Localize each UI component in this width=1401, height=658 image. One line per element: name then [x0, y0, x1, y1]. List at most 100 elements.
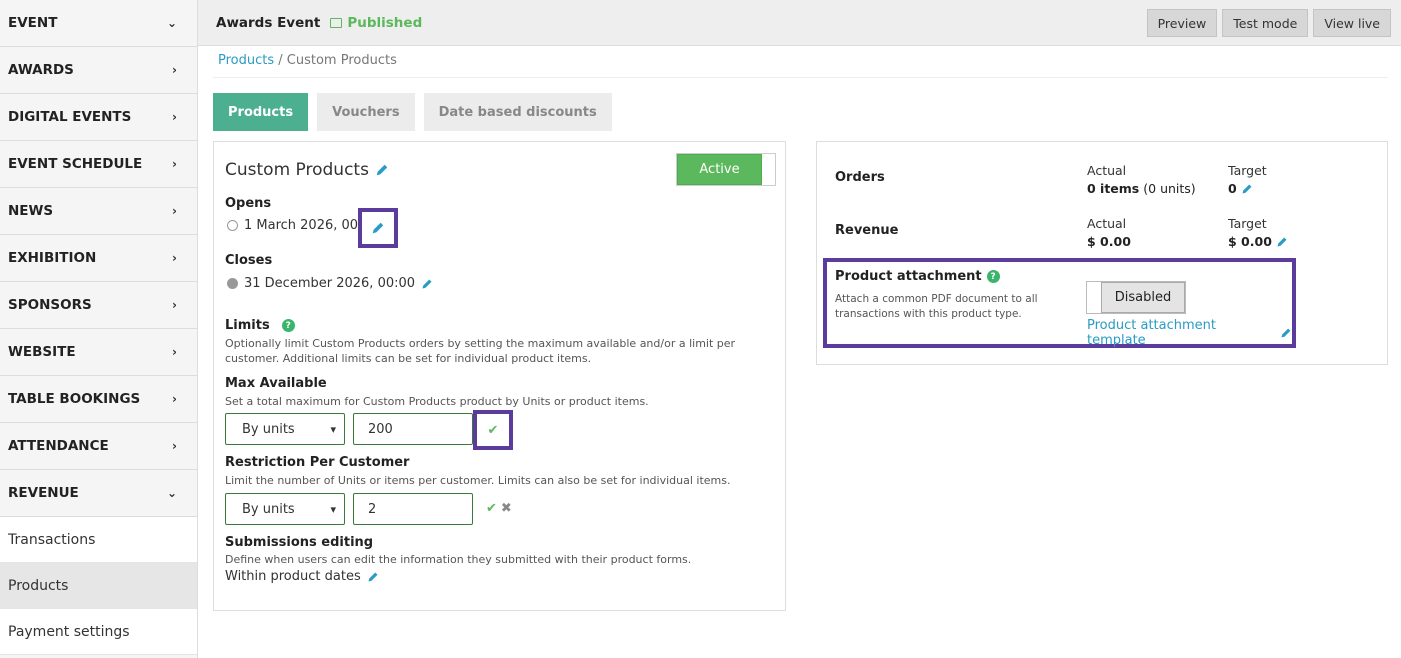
pencil-icon[interactable]	[371, 221, 385, 235]
chevron-down-icon: ⌄	[166, 486, 177, 500]
restriction-select[interactable]: By units ▾	[225, 493, 345, 525]
status-text: Published	[347, 14, 423, 31]
max-available-input[interactable]: 200	[353, 413, 473, 445]
sidebar-item-label: WEBSITE	[8, 344, 76, 360]
pencil-icon[interactable]	[1241, 183, 1253, 195]
pencil-icon[interactable]	[375, 163, 389, 177]
orders-units: (0 units)	[1143, 181, 1196, 196]
tab-vouchers[interactable]: Vouchers	[317, 93, 415, 131]
sidebar-item-digital-events[interactable]: DIGITAL EVENTS ›	[0, 94, 197, 141]
sidebar-item-revenue[interactable]: REVENUE ⌄	[0, 470, 197, 517]
submissions-value-text: Within product dates	[225, 569, 361, 584]
restriction-input[interactable]: 2	[353, 493, 473, 525]
closes-date: 31 December 2026, 00:00	[244, 276, 416, 291]
limits-help: Optionally limit Custom Products orders …	[225, 337, 736, 365]
sidebar-item-label: EXHIBITION	[8, 250, 97, 266]
check-icon[interactable]: ✔	[486, 501, 497, 516]
orders-target-value: 0	[1228, 181, 1253, 196]
divider	[213, 77, 1388, 78]
chevron-right-icon: ›	[172, 439, 177, 453]
test-mode-button[interactable]: Test mode	[1222, 9, 1309, 37]
close-icon[interactable]: ✖	[501, 501, 512, 516]
sidebar-item-label: ATTENDANCE	[8, 438, 109, 454]
check-icon[interactable]: ✔	[488, 423, 499, 438]
sidebar-subitem-transactions[interactable]: Transactions	[0, 517, 197, 563]
opens-edit-highlight	[358, 208, 398, 248]
panel-title-text: Custom Products	[225, 160, 369, 180]
closes-value: 31 December 2026, 00:00	[227, 276, 433, 291]
opens-value: 1 March 2026, 00:00	[227, 218, 379, 233]
sidebar-item-label: SPONSORS	[8, 297, 92, 313]
panel-title: Custom Products	[225, 160, 389, 180]
product-attachment-highlight: Product attachment ? Attach a common PDF…	[823, 258, 1296, 348]
summary-panel: Orders Actual 0 items (0 units) Target 0…	[816, 141, 1388, 365]
event-title: Awards Event	[216, 14, 321, 31]
sidebar-subitem-payment-settings[interactable]: Payment settings	[0, 609, 197, 655]
sidebar-item-event[interactable]: EVENT ⌄	[0, 0, 197, 47]
restriction-label: Restriction Per Customer	[225, 455, 410, 470]
sidebar-item-attendance[interactable]: ATTENDANCE ›	[0, 423, 197, 470]
tab-products[interactable]: Products	[213, 93, 309, 131]
active-toggle[interactable]: Active	[676, 153, 776, 186]
sidebar: EVENT ⌄ AWARDS › DIGITAL EVENTS › EVENT SCH…	[0, 0, 198, 658]
closes-label: Closes	[225, 253, 273, 268]
submissions-help: Define when users can edit the informati…	[225, 553, 692, 566]
revenue-label: Revenue	[835, 223, 899, 238]
breadcrumb: Products / Custom Products	[218, 53, 397, 68]
pencil-icon[interactable]	[367, 571, 379, 583]
max-available-select[interactable]: By units ▾	[225, 413, 345, 445]
chevron-right-icon: ›	[172, 63, 177, 77]
attachment-template-link[interactable]: Product attachment template	[1087, 318, 1292, 348]
revenue-target-number: $ 0.00	[1228, 234, 1272, 249]
help-icon[interactable]: ?	[986, 270, 1000, 283]
sidebar-item-news[interactable]: NEWS ›	[0, 188, 197, 235]
sidebar-item-awards[interactable]: AWARDS ›	[0, 47, 197, 94]
sidebar-item-label: EVENT SCHEDULE	[8, 156, 143, 172]
breadcrumb-separator: /	[274, 53, 287, 68]
chevron-down-icon: ▾	[330, 502, 336, 516]
chevron-right-icon: ›	[172, 345, 177, 359]
sidebar-item-exhibition[interactable]: EXHIBITION ›	[0, 235, 197, 282]
limits-label: Limits ?	[225, 318, 295, 333]
sidebar-subitem-products[interactable]: Products	[0, 563, 197, 609]
sidebar-item-label: TABLE BOOKINGS	[8, 391, 141, 407]
pencil-icon[interactable]	[421, 278, 433, 290]
attachment-label: Product attachment ?	[835, 269, 1000, 284]
opens-label: Opens	[225, 196, 272, 211]
restriction-help: Limit the number of Units or items per c…	[225, 474, 731, 487]
select-value: By units	[242, 501, 295, 517]
chevron-down-icon: ▾	[330, 422, 336, 436]
pencil-icon[interactable]	[1276, 236, 1288, 248]
orders-actual-label: Actual	[1087, 163, 1127, 178]
select-value: By units	[242, 421, 295, 437]
orders-actual-value: 0 items (0 units)	[1087, 181, 1196, 196]
breadcrumb-link-products[interactable]: Products	[218, 53, 274, 68]
orders-target-number: 0	[1228, 181, 1237, 196]
sidebar-item-sponsors[interactable]: SPONSORS ›	[0, 282, 197, 329]
chevron-down-icon: ⌄	[166, 16, 177, 30]
sidebar-item-table-bookings[interactable]: TABLE BOOKINGS ›	[0, 376, 197, 423]
help-icon[interactable]: ?	[281, 319, 295, 332]
radio-filled-icon	[227, 278, 238, 289]
sidebar-item-label: AWARDS	[8, 62, 74, 78]
monitor-icon	[330, 17, 343, 28]
chevron-right-icon: ›	[172, 298, 177, 312]
revenue-actual-value: $ 0.00	[1087, 234, 1131, 249]
revenue-target-label: Target	[1228, 216, 1267, 231]
attachment-toggle[interactable]: Disabled	[1086, 281, 1186, 314]
sidebar-item-website[interactable]: WEBSITE ›	[0, 329, 197, 376]
submissions-value: Within product dates	[225, 569, 379, 584]
chevron-right-icon: ›	[172, 157, 177, 171]
orders-target-label: Target	[1228, 163, 1267, 178]
attachment-toggle-label: Disabled	[1101, 282, 1185, 313]
sidebar-item-event-schedule[interactable]: EVENT SCHEDULE ›	[0, 141, 197, 188]
orders-label: Orders	[835, 170, 885, 185]
tab-date-based-discounts[interactable]: Date based discounts	[423, 93, 612, 131]
breadcrumb-current: Custom Products	[286, 53, 397, 68]
pencil-icon	[1281, 328, 1291, 338]
max-available-save-highlight: ✔	[473, 410, 513, 450]
chevron-right-icon: ›	[172, 392, 177, 406]
view-live-button[interactable]: View live	[1313, 9, 1391, 37]
preview-button[interactable]: Preview	[1146, 9, 1218, 37]
status-badge: Published	[330, 15, 422, 31]
